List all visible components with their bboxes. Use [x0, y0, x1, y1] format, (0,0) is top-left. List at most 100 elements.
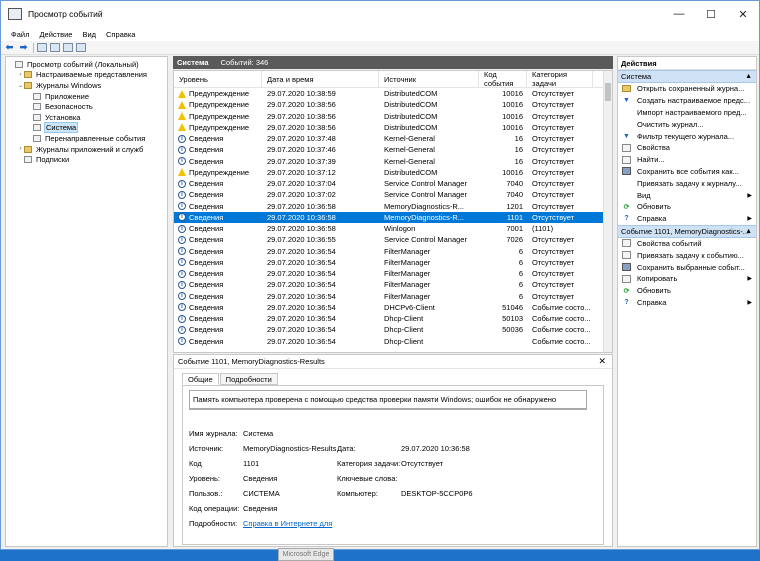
tab-general[interactable]: Общие — [182, 373, 219, 385]
save-icon — [622, 167, 631, 176]
action-item[interactable]: Свойства событий — [618, 238, 756, 250]
action-item[interactable]: ▼ Фильтр текущего журнала... — [618, 130, 756, 142]
help-icon[interactable] — [63, 43, 73, 52]
table-row[interactable]: Предупреждение 29.07.2020 10:38:56 Distrib… — [174, 122, 612, 133]
table-row[interactable]: i Сведения 29.07.2020 10:37:48 Kernel-Gener… — [174, 133, 612, 144]
table-row[interactable]: i Сведения 29.07.2020 10:36:54 Dhcp-Client 5… — [174, 313, 612, 324]
table-row[interactable]: i Сведения 29.07.2020 10:36:55 Service Cont… — [174, 234, 612, 245]
action-item[interactable]: ? Справка ▶ — [618, 213, 756, 225]
scrollbar-thumb[interactable] — [605, 83, 611, 101]
tree-expander-icon[interactable]: › — [17, 72, 24, 78]
cell-event-id: 6 — [518, 291, 523, 301]
table-row[interactable]: i Сведения 29.07.2020 10:36:54 FilterManage… — [174, 268, 612, 279]
action-item[interactable]: ? Справка ▶ — [618, 297, 756, 309]
tree-item[interactable]: Система — [6, 122, 167, 134]
action-item[interactable]: Сохранить все события как... — [618, 166, 756, 178]
tree-expander-icon[interactable]: ⌄ — [17, 82, 24, 89]
actions-title: Действия — [618, 57, 756, 70]
action-item[interactable]: Копировать ▶ — [618, 273, 756, 285]
action-item[interactable]: ⟳ Обновить — [618, 201, 756, 213]
forward-arrow-icon[interactable]: ➡ — [18, 42, 29, 53]
info-icon: i — [178, 314, 186, 323]
table-row[interactable]: i Сведения 29.07.2020 10:36:58 MemoryDiagno… — [174, 201, 612, 212]
tree-item[interactable]: Просмотр событий (Локальный) — [6, 59, 167, 70]
actions-section-log[interactable]: Система ▲ — [618, 70, 756, 83]
label-source: Источник: — [189, 444, 224, 453]
tree-item[interactable]: Установка — [6, 112, 167, 123]
table-row[interactable]: Предупреждение 29.07.2020 10:38:56 Distrib… — [174, 111, 612, 122]
tab-details[interactable]: Подробности — [219, 373, 278, 385]
action-item-label: Открыть сохраненный журна... — [637, 84, 745, 94]
cell-event-id: 50036 — [502, 325, 523, 335]
table-row[interactable]: i Сведения 29.07.2020 10:36:54 FilterManage… — [174, 291, 612, 302]
action-item[interactable]: Найти... — [618, 154, 756, 166]
cell-task-category: Отсутствует — [532, 212, 575, 222]
cell-source: DistributedCOM — [384, 111, 438, 121]
table-row[interactable]: i Сведения 29.07.2020 10:36:54 FilterManage… — [174, 257, 612, 268]
tree-item[interactable]: ⌄ Журналы Windows — [6, 80, 167, 91]
value-level: Сведения — [243, 474, 278, 483]
table-row[interactable]: i Сведения 29.07.2020 10:37:04 Service Cont… — [174, 178, 612, 189]
cell-datetime: 29.07.2020 10:38:56 — [267, 122, 336, 132]
tree-item[interactable]: Подписки — [6, 154, 167, 165]
close-details-icon[interactable]: ✕ — [598, 356, 606, 367]
column-event-id[interactable]: Код события — [479, 71, 527, 88]
column-task-category[interactable]: Категория задачи — [527, 71, 593, 88]
column-source[interactable]: Источник — [379, 71, 479, 87]
back-arrow-icon[interactable]: ⬅ — [4, 42, 15, 53]
level-text: Сведения — [189, 201, 224, 211]
tree-item[interactable]: › Журналы приложений и служб — [6, 144, 167, 155]
tree-item[interactable]: Перенаправленные события — [6, 133, 167, 144]
table-row[interactable]: Предупреждение 29.07.2020 10:37:12 Distrib… — [174, 167, 612, 178]
events-scrollbar[interactable] — [603, 71, 612, 352]
tree-item[interactable]: Приложение — [6, 91, 167, 102]
action-item[interactable]: Сохранить выбранные событ... — [618, 261, 756, 273]
info-icon: i — [178, 190, 186, 199]
show-hide-tree-icon[interactable] — [50, 43, 60, 52]
tree-item[interactable]: › Настраиваемые представления — [6, 70, 167, 81]
maximize-button[interactable]: ☐ — [695, 1, 727, 27]
table-row[interactable]: i Сведения 29.07.2020 10:36:58 Winlogon 7001… — [174, 223, 612, 234]
cell-source: FilterManager — [384, 269, 431, 279]
table-row[interactable]: i Сведения 29.07.2020 10:37:39 Kernel-Gener… — [174, 156, 612, 167]
tree-item[interactable]: Безопасность — [6, 101, 167, 112]
action-item[interactable]: Импорт настраиваемого пред... — [618, 107, 756, 119]
cell-datetime: 29.07.2020 10:36:54 — [267, 269, 336, 279]
action-item[interactable]: Очистить журнал... — [618, 118, 756, 130]
online-help-link[interactable]: Справка в Интернете для — [243, 519, 332, 528]
value-event-code: 1101 — [243, 459, 260, 468]
up-folder-icon[interactable] — [37, 43, 47, 52]
tree-item-label: Просмотр событий (Локальный) — [27, 59, 139, 69]
menu-action[interactable]: Действие — [39, 30, 72, 39]
table-row[interactable]: i Сведения 29.07.2020 10:36:54 DHCPv6-Clien… — [174, 302, 612, 313]
table-row[interactable]: i Сведения 29.07.2020 10:36:54 FilterManage… — [174, 279, 612, 290]
table-row[interactable]: Предупреждение 29.07.2020 10:38:56 Distrib… — [174, 99, 612, 110]
cell-source: DistributedCOM — [384, 100, 438, 110]
table-row[interactable]: i Сведения 29.07.2020 10:36:54 Dhcp-Client С… — [174, 336, 612, 347]
action-item[interactable]: Привязать задачу к событию... — [618, 249, 756, 261]
table-row[interactable]: i Сведения 29.07.2020 10:37:46 Kernel-Gener… — [174, 144, 612, 155]
table-row[interactable]: Предупреждение 29.07.2020 10:38:59 Distrib… — [174, 88, 612, 99]
tree-expander-icon[interactable]: › — [17, 146, 24, 152]
level-text: Сведения — [189, 291, 224, 301]
show-hide-actions-icon[interactable] — [76, 43, 86, 52]
table-row[interactable]: i Сведения 29.07.2020 10:37:02 Service Cont… — [174, 189, 612, 200]
minimize-button[interactable]: — — [663, 1, 695, 27]
action-item[interactable]: Открыть сохраненный журна... — [618, 83, 756, 95]
actions-section-event[interactable]: Событие 1101, MemoryDiagnostics-... ▲ — [618, 224, 756, 238]
column-datetime[interactable]: Дата и время — [262, 71, 379, 87]
action-item-label: Очистить журнал... — [637, 119, 704, 129]
column-level[interactable]: Уровень — [174, 71, 262, 87]
menu-help[interactable]: Справка — [106, 30, 135, 39]
close-button[interactable]: ✕ — [727, 1, 759, 27]
action-item[interactable]: Вид ▶ — [618, 189, 756, 201]
table-row[interactable]: i Сведения 29.07.2020 10:36:58 MemoryDiagno… — [174, 211, 612, 223]
table-row[interactable]: i Сведения 29.07.2020 10:36:54 Dhcp-Client 5… — [174, 324, 612, 335]
action-item[interactable]: ▼ Создать настраиваемое предс... — [618, 95, 756, 107]
table-row[interactable]: i Сведения 29.07.2020 10:36:54 FilterManage… — [174, 246, 612, 257]
menu-view[interactable]: Вид — [82, 30, 96, 39]
menu-file[interactable]: Файл — [11, 30, 29, 39]
action-item[interactable]: ⟳ Обновить — [618, 285, 756, 297]
action-item[interactable]: Привязать задачу к журналу... — [618, 177, 756, 189]
action-item[interactable]: Свойства — [618, 142, 756, 154]
